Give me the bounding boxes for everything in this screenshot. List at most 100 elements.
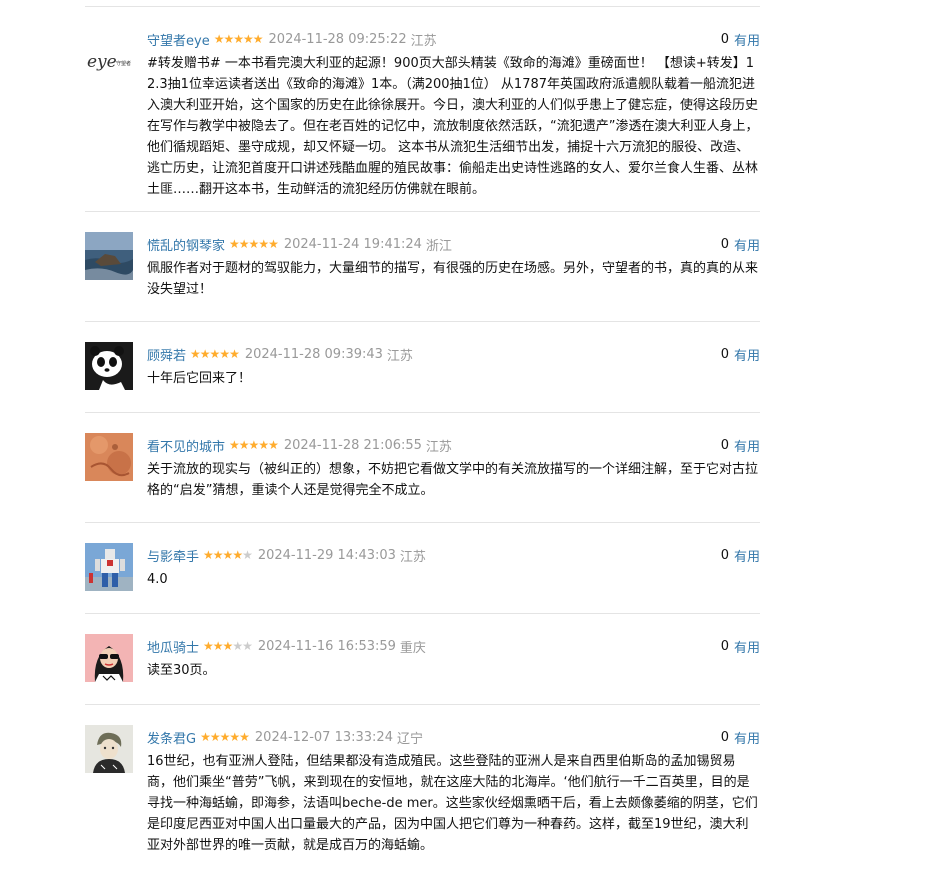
eye-logo-avatar: eye 守望者 bbox=[85, 40, 133, 88]
avatar[interactable] bbox=[85, 433, 133, 481]
comment-header: 顾舜若 ★★★★★ 2024-11-28 09:39:43 江苏 bbox=[147, 345, 413, 364]
orange-texture-avatar bbox=[85, 433, 133, 481]
sketch-portrait-avatar bbox=[85, 725, 133, 773]
comment-time: 2024-11-24 19:41:24 bbox=[283, 236, 422, 252]
username-link[interactable]: 地瓜骑士 bbox=[147, 637, 199, 656]
star-filled-icon: ★ bbox=[248, 438, 260, 452]
vote-area: 0 有用 bbox=[720, 30, 760, 49]
star-filled-icon: ★ bbox=[268, 237, 279, 251]
star-filled-icon: ★ bbox=[229, 438, 240, 452]
panda-avatar bbox=[85, 342, 133, 390]
star-filled-icon: ★ bbox=[203, 639, 214, 653]
avatar[interactable] bbox=[85, 232, 133, 280]
star-filled-icon: ★ bbox=[209, 347, 221, 361]
star-filled-icon: ★ bbox=[252, 32, 264, 46]
useful-button[interactable]: 有用 bbox=[734, 30, 760, 49]
comment-item: 地瓜骑士 ★★★★★ 2024-11-16 16:53:59 重庆 0 有用 读… bbox=[85, 634, 760, 705]
comment-time: 2024-11-28 21:06:55 bbox=[283, 437, 422, 453]
comment-item: 慌乱的钢琴家 ★★★★★ 2024-11-24 19:41:24 浙江 0 有用… bbox=[85, 232, 760, 322]
username-link[interactable]: 守望者eye bbox=[147, 30, 210, 49]
star-filled-icon: ★ bbox=[248, 237, 260, 251]
vote-area: 0 有用 bbox=[720, 546, 760, 565]
comment-header: 与影牵手 ★★★★★ 2024-11-29 14:43:03 江苏 bbox=[147, 546, 426, 565]
star-filled-icon: ★ bbox=[203, 548, 214, 562]
top-divider bbox=[85, 6, 760, 7]
comment-time: 2024-12-07 13:33:24 bbox=[254, 729, 393, 745]
comment-location: 江苏 bbox=[386, 348, 413, 364]
comment-text: 关于流放的现实与（被纠正的）想象，不妨把它看做文学中的有关流放描写的一个详细注解… bbox=[147, 462, 759, 498]
comment-item: 与影牵手 ★★★★★ 2024-11-29 14:43:03 江苏 0 有用 4… bbox=[85, 543, 760, 614]
rating-stars: ★★★★★ bbox=[214, 32, 264, 46]
comment-text: 16世纪，也有亚洲人登陆，但结果都没有造成殖民。这些登陆的亚洲人是来自西里伯斯岛… bbox=[147, 754, 758, 853]
useful-button[interactable]: 有用 bbox=[734, 637, 760, 656]
username-link[interactable]: 看不见的城市 bbox=[147, 436, 225, 455]
star-filled-icon: ★ bbox=[209, 730, 221, 744]
vote-count: 0 bbox=[720, 547, 729, 563]
username-link[interactable]: 与影牵手 bbox=[147, 546, 199, 565]
star-empty-icon: ★ bbox=[232, 639, 243, 653]
star-filled-icon: ★ bbox=[229, 237, 240, 251]
comment-item: eye 守望者 守望者eye ★★★★★ 2024-11-28 09:25:22… bbox=[85, 30, 760, 212]
comment-location: 辽宁 bbox=[396, 731, 423, 747]
star-empty-icon: ★ bbox=[242, 639, 253, 653]
useful-button[interactable]: 有用 bbox=[734, 345, 760, 364]
star-filled-icon: ★ bbox=[199, 347, 211, 361]
comment-text: 佩服作者对于题材的驾驭能力，大量细节的描写，有很强的历史在场感。另外，守望者的书… bbox=[147, 261, 759, 297]
star-filled-icon: ★ bbox=[238, 438, 250, 452]
vote-count: 0 bbox=[720, 729, 729, 745]
star-filled-icon: ★ bbox=[229, 347, 240, 361]
comment-item: 顾舜若 ★★★★★ 2024-11-28 09:39:43 江苏 0 有用 十年… bbox=[85, 342, 760, 413]
username-link[interactable]: 慌乱的钢琴家 bbox=[147, 235, 225, 254]
star-filled-icon: ★ bbox=[219, 347, 230, 361]
comment-text: 读至30页。 bbox=[147, 663, 216, 678]
star-empty-icon: ★ bbox=[242, 548, 253, 562]
useful-button[interactable]: 有用 bbox=[734, 235, 760, 254]
comment-location: 江苏 bbox=[399, 549, 426, 565]
comment-location: 江苏 bbox=[410, 33, 437, 49]
avatar[interactable]: eye 守望者 bbox=[85, 40, 133, 88]
avatar[interactable] bbox=[85, 543, 133, 591]
comment-location: 浙江 bbox=[425, 238, 452, 254]
robot-statue-avatar bbox=[85, 543, 133, 591]
vote-area: 0 有用 bbox=[720, 728, 760, 747]
vote-count: 0 bbox=[720, 236, 729, 252]
comment-time: 2024-11-28 09:39:43 bbox=[244, 346, 383, 362]
star-filled-icon: ★ bbox=[190, 347, 201, 361]
star-filled-icon: ★ bbox=[212, 639, 224, 653]
avatar[interactable] bbox=[85, 634, 133, 682]
vote-count: 0 bbox=[720, 638, 729, 654]
comment-location: 江苏 bbox=[425, 439, 452, 455]
svg-text:守望者: 守望者 bbox=[116, 60, 131, 67]
star-filled-icon: ★ bbox=[258, 237, 269, 251]
star-filled-icon: ★ bbox=[232, 548, 243, 562]
vote-count: 0 bbox=[720, 31, 729, 47]
star-filled-icon: ★ bbox=[222, 548, 234, 562]
comment-header: 地瓜骑士 ★★★★★ 2024-11-16 16:53:59 重庆 bbox=[147, 637, 426, 656]
vote-count: 0 bbox=[720, 437, 729, 453]
useful-button[interactable]: 有用 bbox=[734, 728, 760, 747]
rating-stars: ★★★★★ bbox=[203, 548, 253, 562]
star-filled-icon: ★ bbox=[233, 32, 244, 46]
star-filled-icon: ★ bbox=[223, 32, 234, 46]
comment-header: 慌乱的钢琴家 ★★★★★ 2024-11-24 19:41:24 浙江 bbox=[147, 235, 452, 254]
rating-stars: ★★★★★ bbox=[203, 639, 253, 653]
useful-button[interactable]: 有用 bbox=[734, 436, 760, 455]
star-filled-icon: ★ bbox=[219, 730, 231, 744]
rating-stars: ★★★★★ bbox=[190, 347, 240, 361]
avatar[interactable] bbox=[85, 342, 133, 390]
avatar[interactable] bbox=[85, 725, 133, 773]
star-filled-icon: ★ bbox=[229, 730, 240, 744]
star-filled-icon: ★ bbox=[238, 237, 250, 251]
star-filled-icon: ★ bbox=[222, 639, 234, 653]
vote-area: 0 有用 bbox=[721, 345, 760, 364]
comment-text: 十年后它回来了！ bbox=[147, 371, 252, 386]
svg-text:eye: eye bbox=[87, 52, 117, 72]
rating-stars: ★★★★★ bbox=[229, 237, 279, 251]
star-filled-icon: ★ bbox=[243, 32, 254, 46]
username-link[interactable]: 顾舜若 bbox=[147, 345, 186, 364]
username-link[interactable]: 发条君G bbox=[147, 728, 196, 747]
useful-button[interactable]: 有用 bbox=[734, 546, 760, 565]
star-filled-icon: ★ bbox=[200, 730, 211, 744]
comment-item: 看不见的城市 ★★★★★ 2024-11-28 21:06:55 江苏 0 有用… bbox=[85, 433, 760, 523]
star-filled-icon: ★ bbox=[212, 548, 224, 562]
